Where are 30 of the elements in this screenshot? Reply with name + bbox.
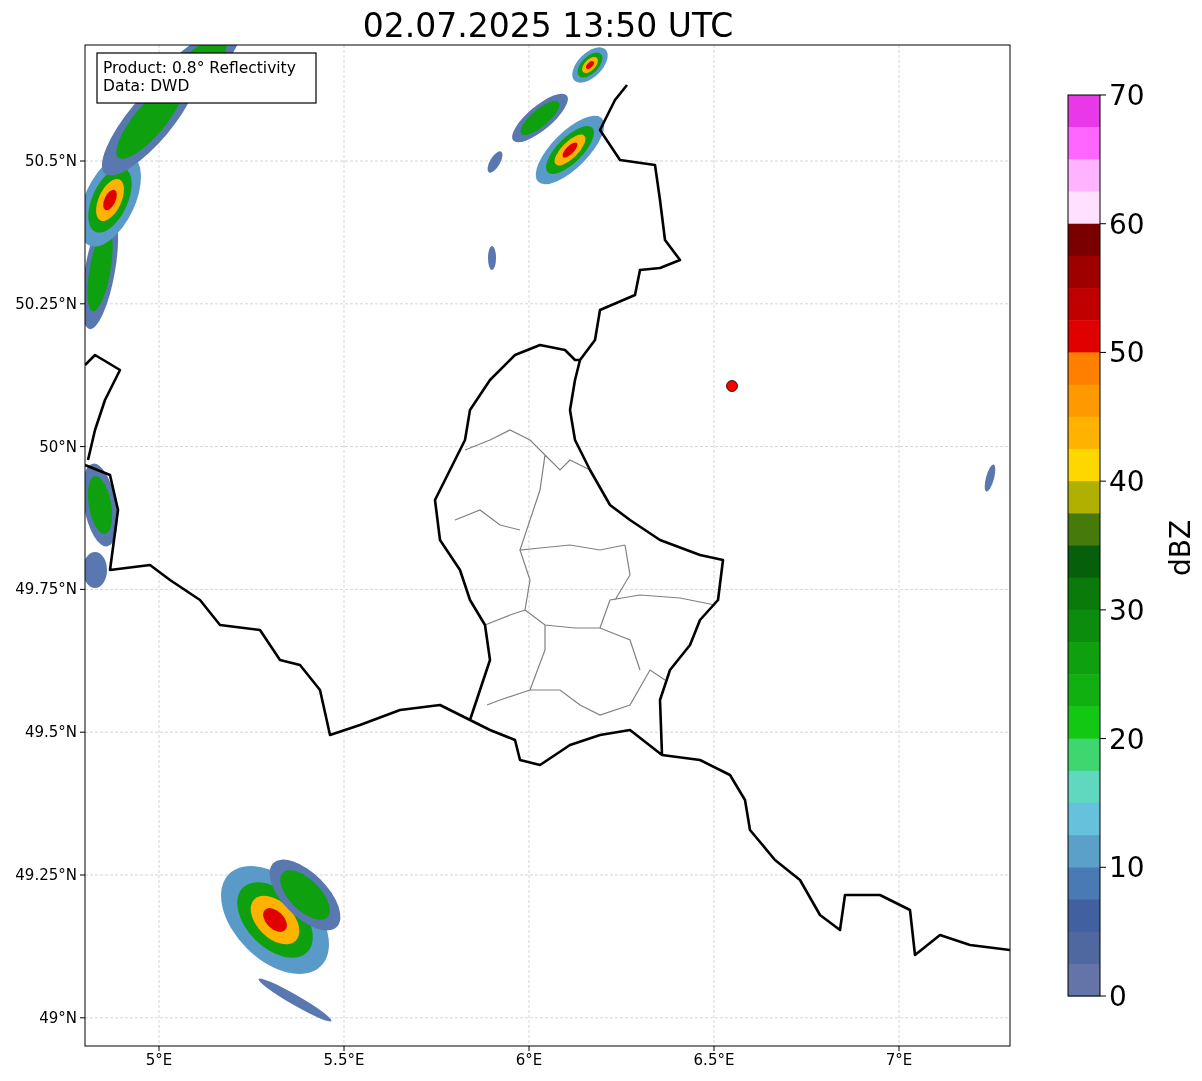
radar-echo [85,552,107,588]
latitude-label: 49.25°N [15,866,77,884]
longitude-label: 6°E [515,1051,543,1069]
colorbar-tick-label: 70 [1109,79,1145,112]
latitude-label: 49.75°N [15,580,77,599]
colorbar-tick-label: 20 [1109,722,1145,756]
colorbar-tick-label: 30 [1109,593,1145,627]
radar-echo [487,151,503,173]
colorbar-tick-label: 10 [1109,851,1145,885]
colorbar-tick-label: 0 [1109,980,1127,1013]
radar-echo [512,93,568,143]
radar-echo [488,246,496,270]
colorbar-tick-label: 50 [1109,336,1145,370]
longitude-label: 6.5°E [693,1051,735,1069]
latitude-label: 50.25°N [15,294,77,313]
longitude-label: 5°E [145,1051,173,1069]
latitude-label: 49.5°N [24,723,77,742]
radar-echo [984,464,996,492]
info-text: Data: DWD [103,77,190,95]
latitude-label: 49°N [39,1008,77,1027]
colorbar-label: dBZ [1164,519,1197,577]
colorbar-tick-label: 40 [1109,465,1145,499]
colorbar-tick-label: 60 [1109,207,1145,241]
info-text: Product: 0.8° Reflectivity [103,59,296,77]
latitude-label: 50.5°N [24,152,77,170]
longitude-label: 7°E [885,1051,913,1069]
longitude-label: 5.5°E [323,1051,365,1069]
chart-title: 02.07.2025 13:50 UTC [362,6,734,45]
radar-echo [572,47,608,83]
latitude-label: 50°N [39,437,77,456]
